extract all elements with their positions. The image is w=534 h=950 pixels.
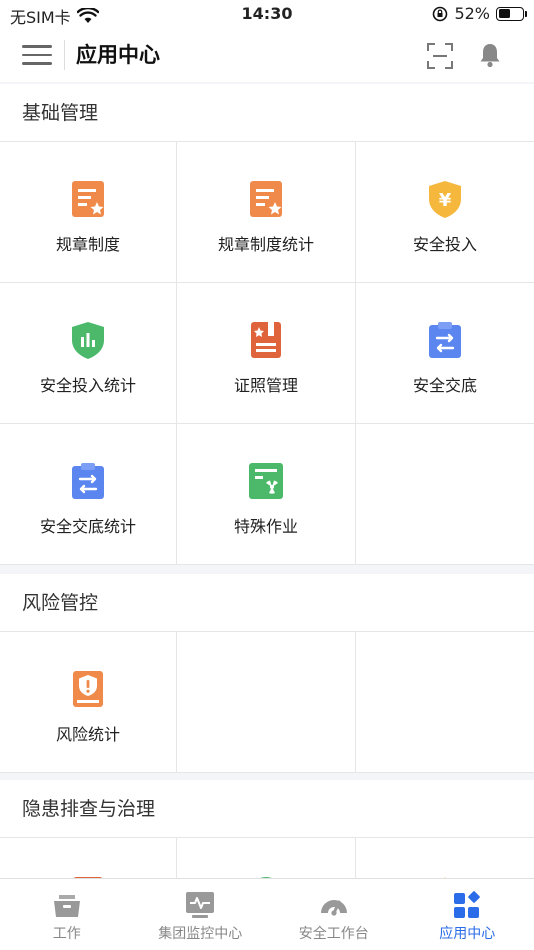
safety-briefing-icon [429, 322, 461, 358]
app-safety-briefing[interactable]: 安全交底 [356, 283, 534, 424]
battery-icon [496, 6, 527, 21]
scan-icon[interactable] [426, 42, 454, 70]
app-regulation-stats[interactable]: 规章制度统计 [177, 142, 356, 283]
menu-button[interactable] [22, 40, 52, 70]
apps-icon [454, 891, 480, 918]
section-hazard-inspection: 隐患排查与治理 [0, 780, 534, 878]
empty-cell [356, 424, 534, 565]
section-title: 风险管控 [0, 574, 534, 632]
tab-app-center[interactable]: 应用中心 [401, 879, 534, 950]
bell-icon[interactable] [476, 41, 504, 69]
app-regulation[interactable]: 规章制度 [0, 142, 177, 283]
app-label: 安全交底 [412, 376, 477, 395]
license-icon [251, 322, 281, 358]
special-work-icon [249, 463, 283, 499]
header-divider [64, 40, 65, 70]
orientation-lock-icon [433, 6, 448, 21]
investment-stats-icon [72, 322, 104, 359]
app-risk-stats[interactable]: 风险统计 [0, 632, 177, 773]
safety-investment-icon: ¥ [429, 181, 461, 218]
tab-safety-dashboard[interactable]: 安全工作台 [267, 879, 401, 950]
app-tile-partial[interactable] [356, 838, 534, 878]
tab-group-monitor[interactable]: 集团监控中心 [134, 879, 268, 950]
bottom-tab-bar: 工作 集团监控中心 安全工作台 应用中心 [0, 878, 534, 950]
monitor-icon [186, 892, 215, 918]
app-label: 证照管理 [233, 376, 298, 395]
regulation-stats-icon [250, 181, 282, 217]
app-label: 规章制度统计 [217, 235, 314, 254]
app-special-work[interactable]: 特殊作业 [177, 424, 356, 565]
empty-cell [356, 632, 534, 773]
section-title: 隐患排查与治理 [0, 780, 534, 838]
app-briefing-stats[interactable]: 安全交底统计 [0, 424, 177, 565]
app-tile-partial[interactable] [177, 838, 356, 878]
page-title: 应用中心 [76, 43, 160, 67]
briefing-stats-icon [72, 463, 104, 499]
status-bar: 无SIM卡 14:30 52% [0, 0, 534, 28]
app-label: 安全投入统计 [39, 376, 136, 395]
app-investment-stats[interactable]: 安全投入统计 [0, 283, 177, 424]
dashboard-icon [320, 900, 347, 916]
app-license[interactable]: 证照管理 [177, 283, 356, 424]
svg-text:¥: ¥ [439, 190, 452, 211]
app-safety-investment[interactable]: ¥ 安全投入 [356, 142, 534, 283]
app-label: 规章制度 [55, 235, 120, 254]
app-label: 安全交底统计 [39, 517, 136, 536]
section-basic-management: 基础管理 规章制度 规章制度统计 ¥ 安全投入 安全投入统计 证照管理 安全交底… [0, 84, 534, 565]
section-title: 基础管理 [0, 84, 534, 142]
battery-percent: 52% [454, 4, 490, 23]
work-icon [53, 895, 80, 917]
section-risk-control: 风险管控 风险统计 [0, 574, 534, 773]
app-label: 安全投入 [412, 235, 477, 254]
regulation-icon [72, 181, 104, 217]
app-label: 特殊作业 [233, 517, 298, 536]
app-label: 风险统计 [55, 725, 120, 744]
empty-cell [177, 632, 356, 773]
risk-stats-icon [73, 671, 103, 707]
tab-work[interactable]: 工作 [0, 879, 134, 950]
app-tile-partial[interactable] [0, 838, 177, 878]
header: 应用中心 [0, 28, 534, 82]
